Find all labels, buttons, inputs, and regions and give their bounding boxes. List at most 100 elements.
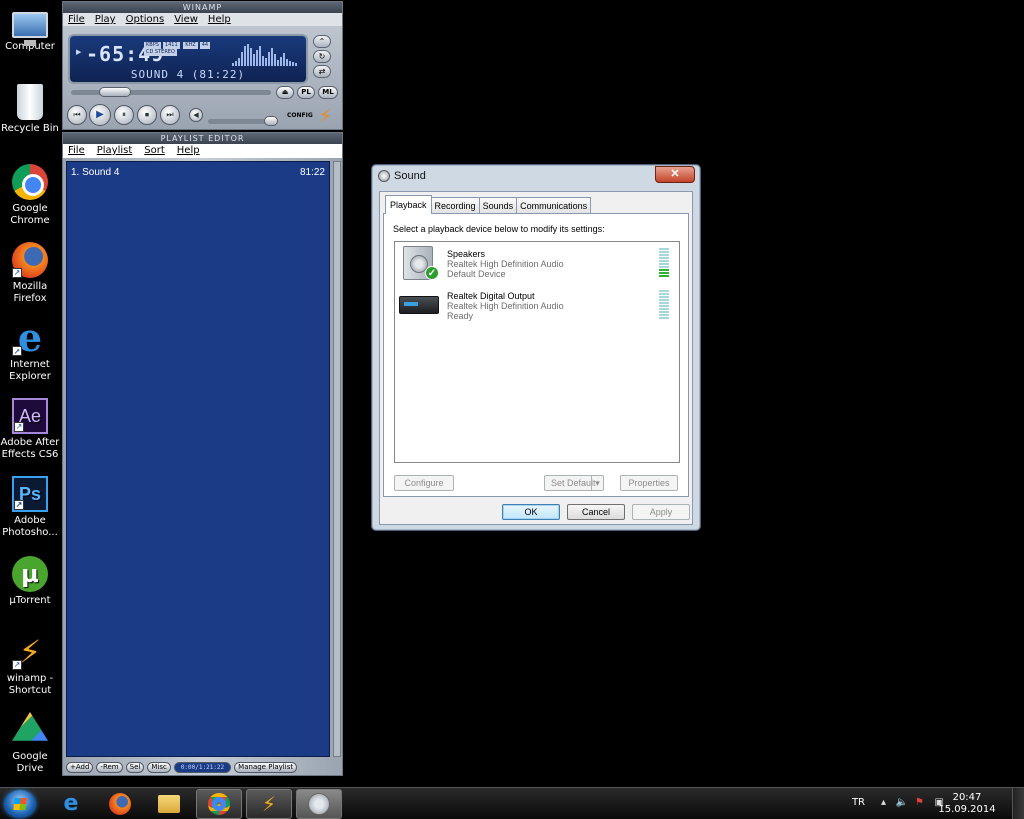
set-default-label: Set Default <box>551 478 596 488</box>
tab-playback[interactable]: Playback <box>385 195 432 214</box>
desktop-icon-firefox[interactable]: ↗ Mozilla Firefox <box>0 242 60 305</box>
show-desktop-button[interactable] <box>1012 788 1024 819</box>
shuffle-button[interactable]: ⇄ <box>313 65 331 78</box>
playlist-titlebar[interactable]: PLAYLIST EDITOR <box>63 133 342 144</box>
level-meter-segment <box>659 251 669 253</box>
menu-play[interactable]: Play <box>95 13 116 26</box>
repeat-button[interactable]: ↻ <box>313 50 331 63</box>
close-button[interactable]: ✕ <box>655 166 695 183</box>
level-meter-segment <box>659 293 669 295</box>
desktop-icon-after-effects[interactable]: Ae ↗ Adobe After Effects CS6 <box>0 398 60 461</box>
apply-button[interactable]: Apply <box>632 504 690 520</box>
menu-help[interactable]: Help <box>208 13 231 26</box>
spectrum-bar <box>280 57 282 66</box>
playlist-menu-sort[interactable]: Sort <box>144 144 165 158</box>
menu-options[interactable]: Options <box>126 13 165 26</box>
remove-button[interactable]: -Rem <box>96 762 123 773</box>
winamp-logo-icon[interactable]: ⚡ <box>319 108 332 126</box>
config-button[interactable]: CONFIG <box>287 112 313 119</box>
configure-button[interactable]: Configure <box>394 475 454 491</box>
winamp-titlebar[interactable]: WINAMP <box>63 2 342 13</box>
desktop-icon-computer[interactable]: Computer <box>0 8 60 53</box>
desktop-icon-label: Recycle Bin <box>1 123 59 134</box>
playlist-list[interactable]: 1. Sound 4 81:22 <box>66 161 330 757</box>
dropdown-arrow-icon[interactable]: ▾ <box>591 476 603 490</box>
level-meter <box>659 248 669 277</box>
properties-button[interactable]: Properties <box>620 475 678 491</box>
device-speakers[interactable]: ✓ Speakers Realtek High Definition Audio… <box>395 242 679 284</box>
device-digital-output[interactable]: Realtek Digital Output Realtek High Defi… <box>395 284 679 326</box>
pause-button[interactable]: ⏸ <box>114 105 134 125</box>
photoshop-icon: Ps ↗ <box>12 476 48 512</box>
level-meter <box>659 290 669 319</box>
computer-icon <box>12 12 48 46</box>
playlist-menu-help[interactable]: Help <box>177 144 200 158</box>
seek-bar[interactable] <box>71 87 271 97</box>
desktop-icon-google-drive[interactable]: Google Drive <box>0 712 60 775</box>
taskbar-ie[interactable]: e <box>48 789 94 819</box>
next-button[interactable]: ⏭ <box>160 105 180 125</box>
spectrum-bar <box>232 63 234 66</box>
device-list[interactable]: ✓ Speakers Realtek High Definition Audio… <box>394 241 680 463</box>
seek-thumb[interactable] <box>99 87 131 97</box>
level-meter-segment <box>659 308 669 310</box>
ml-button[interactable]: ML <box>318 86 338 99</box>
cancel-button[interactable]: Cancel <box>567 504 625 520</box>
spectrum-bar <box>247 44 249 66</box>
taskbar-explorer[interactable] <box>146 789 192 819</box>
desktop-icon-photoshop[interactable]: Ps ↗ Adobe Photosho... <box>0 476 60 539</box>
desktop-icon-label: Adobe Photosho... <box>2 515 58 538</box>
folder-icon <box>158 795 180 813</box>
playlist-menu-file[interactable]: File <box>68 144 85 158</box>
shade-button[interactable]: ⌃ <box>313 35 331 48</box>
volume-slider[interactable] <box>208 116 278 126</box>
taskbar-sound[interactable] <box>296 789 342 819</box>
level-meter-segment <box>659 302 669 304</box>
tab-recording[interactable]: Recording <box>430 197 480 213</box>
language-indicator[interactable]: TR <box>852 797 865 808</box>
misc-button[interactable]: Misc <box>147 762 171 773</box>
playlist-menu-playlist[interactable]: Playlist <box>97 144 133 158</box>
eject-button[interactable]: ⏏ <box>276 86 294 99</box>
sound-dialog-titlebar[interactable]: Sound ✕ <box>372 165 700 187</box>
tab-communications[interactable]: Communications <box>516 197 592 213</box>
select-button[interactable]: Sel <box>125 762 145 773</box>
spectrum-bar <box>244 46 246 66</box>
desktop-icon-label: Internet Explorer <box>9 359 51 382</box>
set-default-button[interactable]: Set Default ▾ <box>544 475 604 491</box>
menu-view[interactable]: View <box>174 13 198 26</box>
spectrum-bar <box>289 61 291 66</box>
action-center-icon[interactable]: ⚑ <box>915 797 924 808</box>
playlist-scrollbar[interactable] <box>333 161 341 757</box>
default-check-icon: ✓ <box>425 266 439 280</box>
volume-icon[interactable]: 🔈 <box>896 797 908 808</box>
taskbar-winamp[interactable]: ⚡ <box>246 789 292 819</box>
spectrum-bar <box>274 54 276 66</box>
desktop-icon-chrome[interactable]: Google Chrome <box>0 164 60 227</box>
add-button[interactable]: +Add <box>66 762 94 773</box>
start-button[interactable] <box>4 790 36 818</box>
show-hidden-icons-icon[interactable]: ▴ <box>881 797 886 808</box>
play-button[interactable]: ▶ <box>89 104 111 126</box>
menu-file[interactable]: File <box>68 13 85 26</box>
level-meter-segment <box>659 317 669 319</box>
playlist-item-title: 1. Sound 4 <box>71 167 120 178</box>
desktop-icon-recycle-bin[interactable]: Recycle Bin <box>0 84 60 135</box>
stop-button[interactable]: ⏹ <box>137 105 157 125</box>
tab-sounds[interactable]: Sounds <box>478 197 518 213</box>
desktop-icon-utorrent[interactable]: µ µTorrent <box>0 556 60 607</box>
ok-button[interactable]: OK <box>502 504 560 520</box>
desktop-icon-internet-explorer[interactable]: e ↗ Internet Explorer <box>0 319 60 383</box>
volume-thumb[interactable] <box>264 116 278 126</box>
spectrum-visualizer[interactable] <box>232 42 302 66</box>
pl-button[interactable]: PL <box>297 86 315 99</box>
device-name: Realtek Digital Output <box>447 291 535 301</box>
playlist-item[interactable]: 1. Sound 4 81:22 <box>67 162 329 178</box>
previous-button[interactable]: ⏮ <box>67 105 87 125</box>
taskbar-firefox[interactable] <box>97 789 143 819</box>
desktop-icon-winamp-shortcut[interactable]: ⚡ ↗ winamp - Shortcut <box>0 634 60 697</box>
clock[interactable]: 20:47 15.09.2014 <box>937 792 997 816</box>
sound-dialog: Sound ✕ Playback Recording Sounds Commun… <box>371 164 701 531</box>
manage-playlist-button[interactable]: Manage Playlist <box>234 762 298 773</box>
taskbar-chrome[interactable] <box>196 789 242 819</box>
